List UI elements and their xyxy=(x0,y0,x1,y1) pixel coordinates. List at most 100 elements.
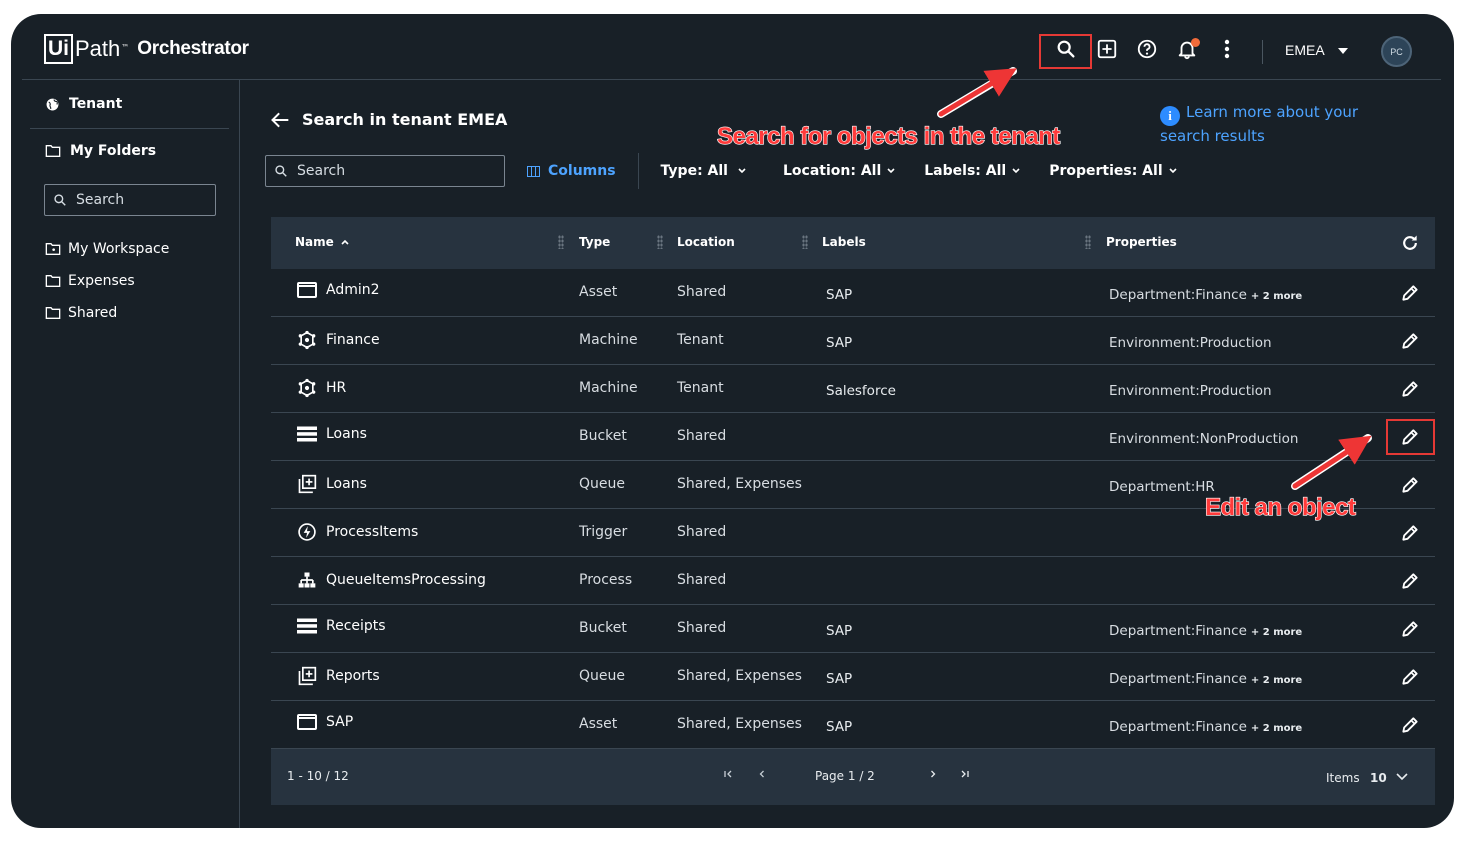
more-properties-badge[interactable]: + 2 more xyxy=(1251,291,1302,302)
table-row[interactable]: Admin2 Asset Shared SAP Department:Finance + … xyxy=(271,269,1435,317)
cell-name[interactable]: Admin2 xyxy=(296,282,380,298)
workspace-folder-icon xyxy=(45,243,61,255)
back-arrow-icon[interactable] xyxy=(270,111,290,129)
column-header-properties[interactable]: Properties xyxy=(1106,235,1177,249)
cell-name[interactable]: Finance xyxy=(296,330,380,350)
column-header-labels[interactable]: Labels xyxy=(822,235,866,249)
page-title: Search in tenant EMEA xyxy=(302,110,508,129)
column-resize-handle[interactable] xyxy=(1085,235,1091,249)
cell-location: Shared, Expenses xyxy=(677,668,802,684)
table-row[interactable]: QueueItemsProcessing Process Shared xyxy=(271,557,1435,605)
edit-icon[interactable] xyxy=(1398,666,1422,688)
machine-icon xyxy=(296,330,318,350)
sidebar-search-input[interactable]: Search xyxy=(44,184,216,216)
cell-name[interactable]: Loans xyxy=(296,426,367,442)
cell-type: Bucket xyxy=(579,428,627,444)
sidebar-item-my-workspace[interactable]: My Workspace xyxy=(45,241,169,257)
table-row[interactable]: Reports Queue Shared, Expenses SAP Departmen… xyxy=(271,653,1435,701)
chevron-down-icon xyxy=(738,168,746,174)
cell-properties: Environment:Production xyxy=(1109,335,1272,351)
refresh-icon[interactable] xyxy=(1400,233,1420,256)
edit-icon[interactable] xyxy=(1398,714,1422,736)
add-icon[interactable] xyxy=(1094,36,1120,62)
table-row[interactable]: Receipts Bucket Shared SAP Department:Financ… xyxy=(271,605,1435,653)
search-input[interactable]: Search xyxy=(265,155,505,187)
sidebar-item-shared[interactable]: Shared xyxy=(45,305,117,321)
tenant-selector[interactable]: EMEA xyxy=(1285,42,1325,58)
edit-icon[interactable] xyxy=(1398,378,1422,400)
cell-properties: Department:Finance + 2 more xyxy=(1109,671,1303,687)
table-header: Name Type Location Labels Properties xyxy=(271,217,1435,269)
cell-properties: Environment:NonProduction xyxy=(1109,431,1299,447)
help-icon[interactable] xyxy=(1134,36,1160,62)
labels-filter[interactable]: Labels: All xyxy=(924,163,1021,179)
sidebar-item-tenant[interactable]: Tenant xyxy=(45,96,122,112)
cell-name[interactable]: QueueItemsProcessing xyxy=(296,570,486,590)
edit-icon[interactable] xyxy=(1398,282,1422,304)
column-header-type[interactable]: Type xyxy=(579,235,610,249)
prev-page-icon[interactable] xyxy=(756,768,768,783)
queue-icon xyxy=(296,474,318,494)
header-divider xyxy=(1262,40,1263,64)
search-icon xyxy=(54,194,66,206)
sidebar: Tenant My Folders Search My Workspace Ex… xyxy=(22,80,240,828)
learn-more-link[interactable]: i Learn more about your search results xyxy=(1160,102,1390,147)
type-filter[interactable]: Type: All xyxy=(661,163,751,179)
edit-icon[interactable] xyxy=(1398,522,1422,544)
search-icon[interactable] xyxy=(1053,36,1079,62)
column-header-location[interactable]: Location xyxy=(677,235,735,249)
chevron-down-icon[interactable] xyxy=(1338,48,1348,54)
cell-name[interactable]: Reports xyxy=(296,666,380,686)
globe-icon xyxy=(46,98,59,110)
more-properties-badge[interactable]: + 2 more xyxy=(1251,723,1302,734)
top-bar: Ui Path ™ Orchestrator EMEA PC xyxy=(22,14,1441,80)
sort-asc-icon xyxy=(341,239,349,245)
table-row[interactable]: SAP Asset Shared, Expenses SAP Department:Fi… xyxy=(271,701,1435,749)
next-page-icon[interactable] xyxy=(927,768,939,783)
column-resize-handle[interactable] xyxy=(802,235,808,249)
items-per-page-value[interactable]: 10 xyxy=(1370,771,1387,785)
cell-type: Process xyxy=(579,572,633,588)
edit-icon[interactable] xyxy=(1398,474,1422,496)
more-vert-icon[interactable] xyxy=(1214,36,1240,62)
columns-button[interactable]: Columns xyxy=(527,163,616,179)
location-filter[interactable]: Location: All xyxy=(783,163,896,179)
more-properties-badge[interactable]: + 2 more xyxy=(1251,627,1302,638)
table-row[interactable]: HR Machine Tenant Salesforce Environment:Pro… xyxy=(271,365,1435,413)
column-resize-handle[interactable] xyxy=(558,235,564,249)
first-page-icon[interactable] xyxy=(722,768,734,783)
cell-location: Shared, Expenses xyxy=(677,476,802,492)
edit-icon[interactable] xyxy=(1398,570,1422,592)
asset-icon xyxy=(296,714,318,730)
table-row[interactable]: Loans Bucket Shared Environment:NonProducti… xyxy=(271,413,1435,461)
machine-icon xyxy=(296,378,318,398)
folder-icon xyxy=(45,275,61,287)
uipath-logo[interactable]: Ui Path ™ Orchestrator xyxy=(44,34,249,64)
table-row[interactable]: Finance Machine Tenant SAP Environment:Produ… xyxy=(271,317,1435,365)
sidebar-item-expenses[interactable]: Expenses xyxy=(45,273,135,289)
cell-location: Shared xyxy=(677,428,727,444)
avatar[interactable]: PC xyxy=(1381,36,1412,67)
cell-name[interactable]: SAP xyxy=(296,714,353,730)
chevron-down-icon[interactable] xyxy=(1395,771,1409,785)
folder-icon xyxy=(45,307,61,319)
cell-location: Shared, Expenses xyxy=(677,716,802,732)
last-page-icon[interactable] xyxy=(959,768,971,783)
cell-name[interactable]: ProcessItems xyxy=(296,522,418,542)
more-properties-badge[interactable]: + 2 more xyxy=(1251,675,1302,686)
cell-location: Shared xyxy=(677,524,727,540)
cell-name[interactable]: Loans xyxy=(296,474,367,494)
column-header-name[interactable]: Name xyxy=(295,235,350,249)
cell-name[interactable]: HR xyxy=(296,378,346,398)
columns-icon xyxy=(527,165,540,177)
edit-icon[interactable] xyxy=(1398,426,1422,448)
edit-icon[interactable] xyxy=(1398,330,1422,352)
cell-type: Queue xyxy=(579,476,625,492)
sidebar-item-my-folders[interactable]: My Folders xyxy=(45,143,156,159)
filter-divider xyxy=(637,153,639,189)
column-resize-handle[interactable] xyxy=(657,235,663,249)
cell-name[interactable]: Receipts xyxy=(296,618,386,634)
properties-filter[interactable]: Properties: All xyxy=(1049,163,1177,179)
queue-icon xyxy=(296,666,318,686)
edit-icon[interactable] xyxy=(1398,618,1422,640)
